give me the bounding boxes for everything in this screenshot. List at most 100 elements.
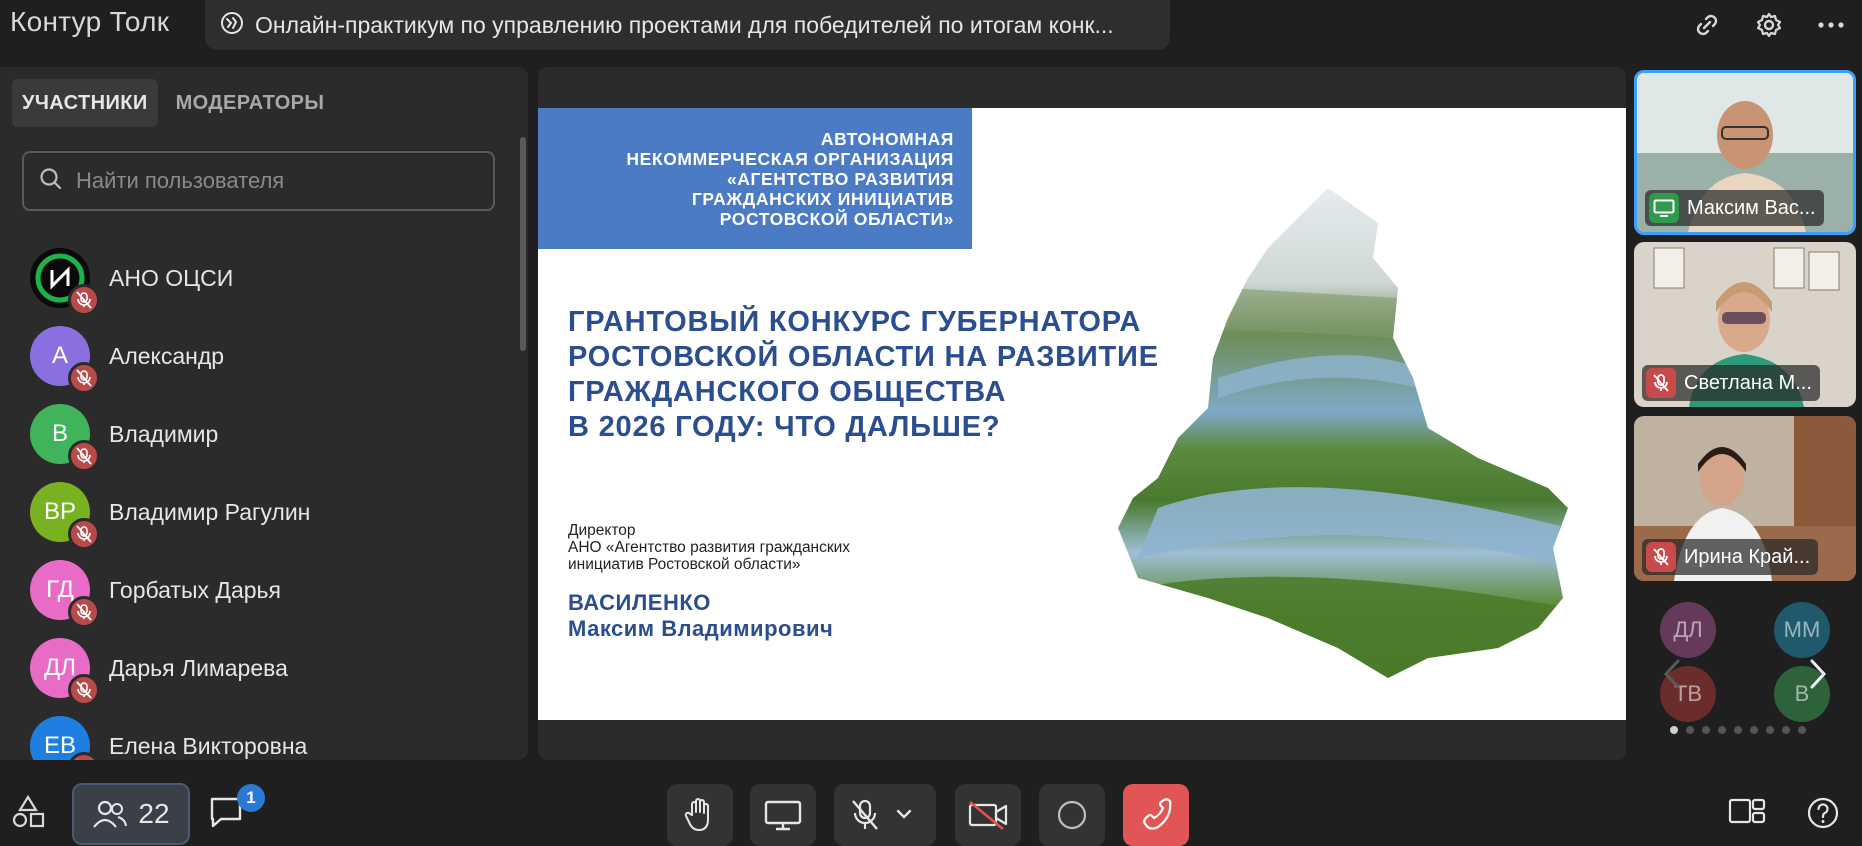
hand-icon: [684, 798, 709, 831]
rostov-region-map-image: [1118, 188, 1568, 678]
video-tile-label: Максим Вас...: [1645, 190, 1824, 226]
participant-row[interactable]: ГД Горбатых Дарья: [0, 551, 515, 629]
video-tile-label: Ирина Край...: [1642, 539, 1819, 575]
avatar: [30, 248, 100, 316]
page-dot[interactable]: [1670, 726, 1678, 734]
video-participant-name: Ирина Край...: [1684, 545, 1811, 568]
page-dot[interactable]: [1686, 726, 1694, 734]
avatar: ДЛ: [30, 638, 100, 706]
gear-icon[interactable]: [1738, 0, 1800, 50]
participant-row[interactable]: ЕВ Елена Викторовна: [0, 707, 515, 760]
video-tile[interactable]: Ирина Край...: [1634, 416, 1856, 581]
mic-off-icon: [852, 799, 878, 830]
bottom-toolbar: 22 1: [0, 780, 1862, 846]
video-participant-name: Максим Вас...: [1687, 196, 1816, 219]
participants-button[interactable]: 22: [72, 783, 190, 845]
screen-share-button[interactable]: [750, 784, 816, 846]
video-tile[interactable]: Светлана М...: [1634, 242, 1856, 407]
app-logo: Контур Толк: [10, 6, 170, 37]
participant-row[interactable]: ВР Владимир Рагулин: [0, 473, 515, 551]
phone-hangup-icon: [1143, 798, 1172, 830]
avatar: А: [30, 326, 100, 394]
chat-unread-badge: 1: [237, 784, 265, 812]
microphone-button[interactable]: [834, 784, 936, 846]
help-icon[interactable]: [1806, 796, 1840, 830]
avatar-initials: А: [51, 342, 68, 369]
avatar-initials: В: [51, 420, 68, 447]
participant-list: АНО ОЦСИ А Александр В Владимир ВР Владимир Ра…: [0, 239, 515, 760]
avatar-initials: ГД: [46, 576, 74, 603]
avatar-initials: ВР: [43, 498, 76, 525]
top-actions: [1676, 0, 1862, 50]
page-dot[interactable]: [1718, 726, 1726, 734]
chevron-left-icon[interactable]: [1662, 658, 1682, 695]
more-options-icon[interactable]: [1800, 0, 1862, 50]
page-dot[interactable]: [1766, 726, 1774, 734]
mic-off-icon: [68, 362, 100, 394]
mic-off-icon: [68, 674, 100, 706]
page-dot[interactable]: [1782, 726, 1790, 734]
participant-name: Владимир: [109, 420, 219, 447]
record-icon: [1057, 800, 1087, 830]
raise-hand-button[interactable]: [667, 784, 733, 846]
tab-moderators[interactable]: МОДЕРАТОРЫ: [166, 79, 335, 127]
slide-speaker-role: Директор АНО «Агентство развития граждан…: [568, 522, 851, 573]
page-dot[interactable]: [1702, 726, 1710, 734]
video-tile-label: Светлана М...: [1642, 365, 1820, 401]
mic-off-icon: [68, 440, 100, 472]
video-tile-active-speaker[interactable]: Максим Вас...: [1634, 70, 1856, 235]
leave-call-button[interactable]: [1123, 784, 1189, 846]
screen-share-stage: АВТОНОМНАЯ НЕКОММЕРЧЕСКАЯ ОРГАНИЗАЦИЯ «А…: [538, 67, 1626, 760]
avatar: ГД: [30, 560, 100, 628]
participant-mini-avatar[interactable]: ММ: [1774, 602, 1830, 658]
chevron-right-icon[interactable]: [1808, 658, 1828, 695]
meeting-title-bar[interactable]: Онлайн-практикум по управлению проектами…: [205, 0, 1170, 50]
mic-off-icon: [68, 284, 100, 316]
page-dot[interactable]: [1798, 726, 1806, 734]
search-icon: [38, 166, 64, 197]
page-dot[interactable]: [1734, 726, 1742, 734]
presentation-slide: АВТОНОМНАЯ НЕКОММЕРЧЕСКАЯ ОРГАНИЗАЦИЯ «А…: [538, 108, 1626, 720]
tab-participants[interactable]: УЧАСТНИКИ: [12, 79, 158, 127]
slide-org-banner: АВТОНОМНАЯ НЕКОММЕРЧЕСКАЯ ОРГАНИЗАЦИЯ «А…: [538, 108, 972, 249]
participant-row[interactable]: АНО ОЦСИ: [0, 239, 515, 317]
record-button[interactable]: [1039, 784, 1105, 846]
camera-button[interactable]: [955, 784, 1021, 846]
search-field[interactable]: [22, 151, 495, 211]
meeting-info-icon: [219, 10, 245, 41]
participant-name: Александр: [109, 342, 225, 369]
participant-name: Владимир Рагулин: [109, 498, 311, 525]
participant-name: Горбатых Дарья: [109, 576, 281, 603]
participant-name: АНО ОЦСИ: [109, 264, 234, 291]
mic-off-icon: [68, 518, 100, 550]
screen-share-icon: [1649, 193, 1679, 223]
chevron-down-icon[interactable]: [896, 806, 912, 824]
mic-off-icon: [68, 596, 100, 628]
layout-switch-icon[interactable]: [1728, 796, 1766, 826]
avatar-initials: ДЛ: [43, 654, 76, 681]
avatar-initials: ЕВ: [43, 732, 76, 759]
camera-off-icon: [968, 800, 1008, 830]
participants-count: 22: [138, 798, 170, 829]
panel-scrollbar[interactable]: [520, 137, 526, 351]
meeting-title: Онлайн-практикум по управлению проектами…: [255, 11, 1114, 38]
top-bar: Контур Толк Онлайн-практикум по управлен…: [0, 0, 1862, 52]
pagination-dots: [1670, 726, 1806, 734]
video-participant-name: Светлана М...: [1684, 371, 1812, 394]
shapes-icon[interactable]: [10, 794, 46, 830]
monitor-icon: [764, 800, 802, 831]
participant-mini-avatar[interactable]: ДЛ: [1660, 602, 1716, 658]
link-icon[interactable]: [1676, 0, 1738, 50]
participant-row[interactable]: В Владимир: [0, 395, 515, 473]
page-dot[interactable]: [1750, 726, 1758, 734]
search-input[interactable]: [76, 168, 476, 194]
panel-tabs: УЧАСТНИКИ МОДЕРАТОРЫ: [12, 79, 334, 127]
mic-off-icon: [1646, 368, 1676, 398]
participant-name: Дарья Лимарева: [109, 654, 288, 681]
avatar: В: [30, 404, 100, 472]
avatar: ЕВ: [30, 716, 100, 760]
participant-row[interactable]: ДЛ Дарья Лимарева: [0, 629, 515, 707]
mic-off-icon: [1646, 542, 1676, 572]
participants-panel: УЧАСТНИКИ МОДЕРАТОРЫ АНО ОЦСИ А Александр В…: [0, 67, 528, 760]
participant-row[interactable]: А Александр: [0, 317, 515, 395]
